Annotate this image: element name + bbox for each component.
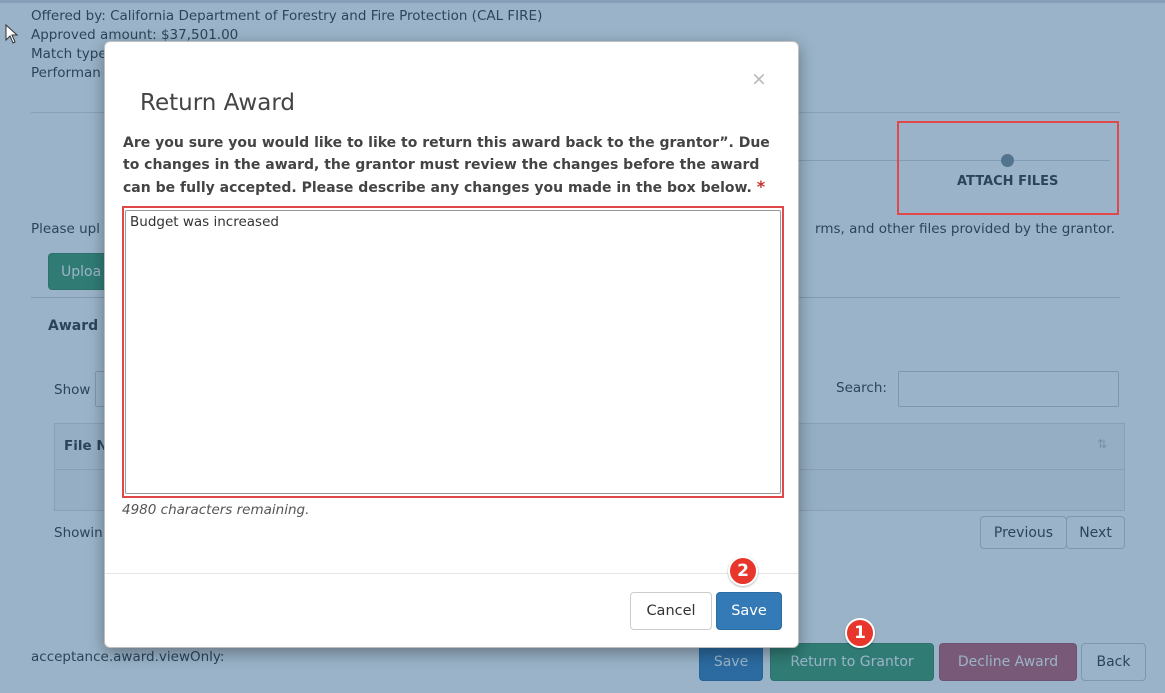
mouse-cursor-icon: [5, 24, 19, 44]
required-marker: *: [756, 177, 766, 196]
close-icon[interactable]: ×: [751, 68, 767, 90]
characters-remaining-text: 4980 characters remaining.: [122, 502, 310, 518]
modal-message: Are you sure you would like to like to r…: [123, 132, 773, 199]
return-award-modal: × Return Award Are you sure you would li…: [104, 41, 799, 648]
modal-title: Return Award: [140, 90, 295, 116]
attach-files-highlight: [897, 121, 1119, 215]
annotation-step-one: 1: [845, 618, 875, 648]
cancel-button[interactable]: Cancel: [630, 592, 712, 630]
changes-description-textarea[interactable]: [125, 210, 781, 494]
modal-save-button[interactable]: Save: [716, 592, 782, 630]
annotation-step-two: 2: [728, 556, 758, 586]
modal-message-text: Are you sure you would like to like to r…: [123, 135, 770, 196]
modal-footer-divider: [105, 573, 798, 574]
